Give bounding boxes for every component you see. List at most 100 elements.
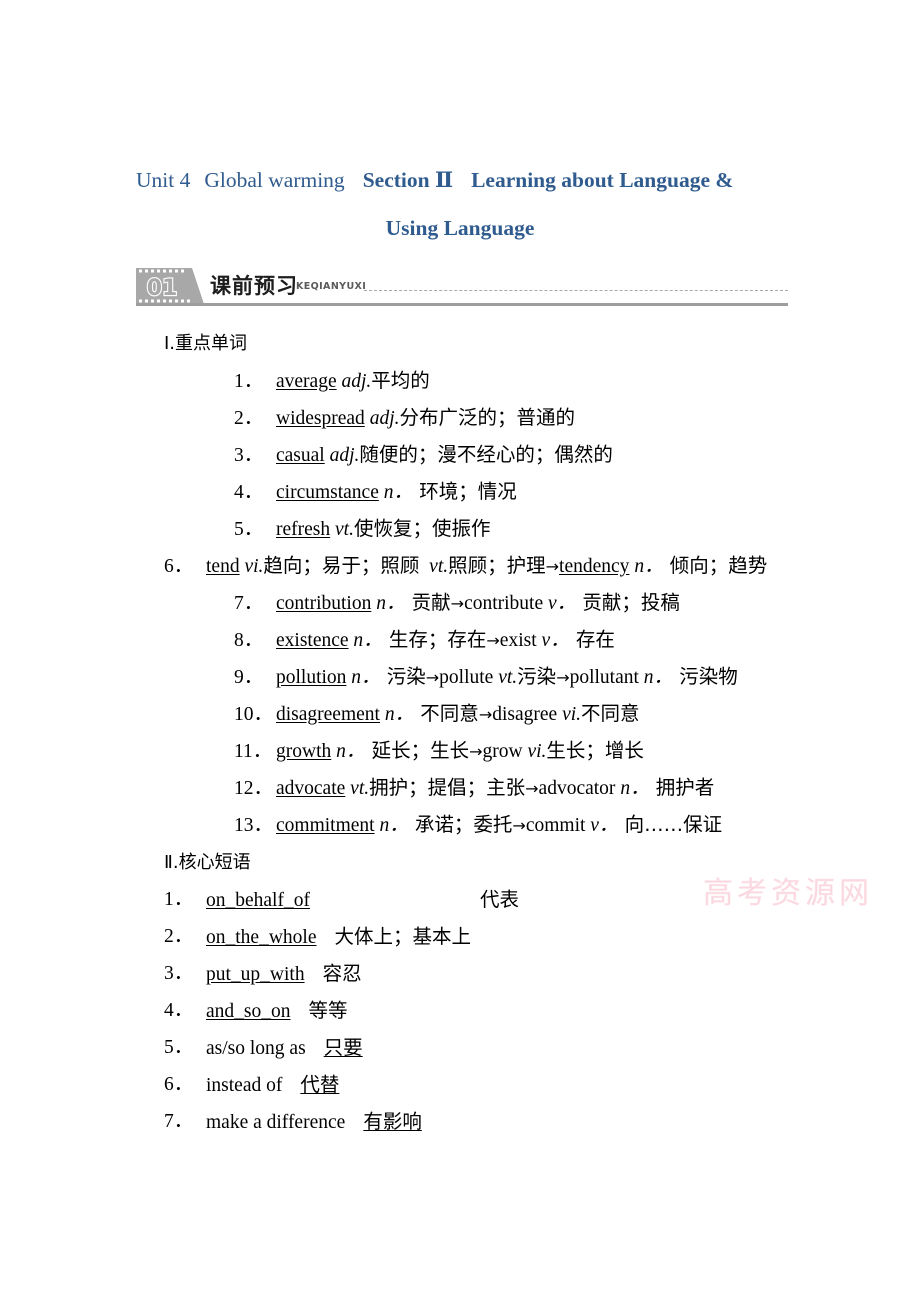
banner-solid-rule	[136, 303, 788, 306]
badge-number-glyph: 01	[147, 276, 178, 301]
derivation-arrow: →	[478, 705, 493, 724]
vocab-word: contribution	[276, 593, 372, 614]
vocab-pos: n．	[351, 667, 381, 688]
item-index: 10．	[234, 704, 274, 725]
vocab-derivative-def: 生长；增长	[546, 739, 644, 762]
vocab-word: disagreement	[276, 704, 380, 725]
vocab-pos: n．	[384, 704, 415, 725]
vocab-pos: vi.	[244, 556, 264, 577]
title-lesson-2: Using Language	[385, 216, 535, 240]
vocab-def: 随便的；漫不经心的；偶然的	[359, 443, 613, 466]
phrase-cn: 只要	[323, 1036, 363, 1059]
derivation-arrow: →	[545, 557, 560, 576]
vocab-pos: n．	[353, 630, 383, 651]
vocab-derivative-pos: v．	[541, 630, 570, 651]
item-index: 4．	[164, 1000, 194, 1021]
vocab-def-2: 照顾；护理	[448, 554, 546, 577]
vocab-def: 贡献	[405, 591, 451, 614]
vocabulary-list: 1． average adj. 平均的 2． widespread adj.分布广泛的…	[136, 363, 796, 844]
title-unit: Unit 4	[136, 168, 191, 192]
derivation-arrow: →	[512, 816, 526, 835]
page-title: Unit 4 Global warming Section Ⅱ Learning ab…	[136, 156, 784, 252]
vocab-derivative: disagree	[492, 704, 558, 725]
vocab-def: 不同意	[414, 702, 479, 725]
vocab-derivative-def: 拥护者	[649, 776, 715, 799]
document-content: Ⅰ.重点单词 1． average adj.平均的 2． widespread ad…	[136, 325, 796, 1141]
derivation-arrow: →	[469, 742, 483, 761]
vocab-def: 趋向；易于；照顾	[263, 554, 420, 577]
item-index: 5．	[164, 1037, 194, 1058]
phrase-cn: 代表	[479, 888, 519, 911]
vocab-pos: adj.	[369, 408, 400, 429]
derivation-arrow: →	[525, 779, 539, 798]
derivation-arrow: →	[486, 631, 500, 650]
vocab-def: 污染	[380, 665, 426, 688]
vocab-derivative-def: 向……保证	[618, 813, 723, 836]
list-item: 3． put_up_with 容忍	[136, 956, 796, 993]
vocab-def: 延长；生长	[365, 739, 470, 762]
vocab-pos: vt.	[350, 778, 370, 799]
banner-dashed-line	[364, 290, 788, 291]
item-index: 7．	[164, 1111, 194, 1132]
item-index: 11．	[234, 741, 273, 762]
item-index: 3．	[164, 963, 194, 984]
title-lesson-1: Learning about Language &	[471, 168, 734, 192]
list-item: 7． make a difference 有影响	[136, 1104, 796, 1141]
list-item: 4． and_so_on 等等	[136, 993, 796, 1030]
vocab-derivative-def: 不同意	[581, 702, 640, 725]
page-title-line-1: Unit 4 Global warming Section Ⅱ Learning ab…	[136, 156, 784, 204]
phrase-cn: 等等	[308, 999, 348, 1022]
phrase-cn: 大体上；基本上	[334, 925, 471, 948]
vocab-word: pollution	[276, 667, 347, 688]
item-index: 6．	[164, 556, 194, 577]
vocab-word: average	[276, 371, 337, 392]
list-item: 1． on_behalf_of 代表	[136, 882, 796, 919]
vocab-word: casual	[276, 445, 325, 466]
item-index: 2．	[164, 926, 194, 947]
phrase-en: make a difference	[206, 1112, 346, 1133]
item-index: 5．	[234, 519, 264, 540]
vocab-derivative-2: pollutant	[569, 667, 639, 688]
document-page: 高考资源网 Unit 4 Global warming Section Ⅱ Learn…	[0, 0, 920, 1302]
list-item: 13． commitment n． 承诺；委托→commit v． 向……保证	[136, 807, 796, 844]
vocab-word: tend	[206, 556, 240, 577]
item-index: 8．	[234, 630, 264, 651]
phrase-en: on_behalf_of	[206, 890, 310, 911]
phrase-en: and_so_on	[206, 1001, 291, 1022]
vocab-def: 生存；存在	[382, 628, 487, 651]
item-index: 13．	[234, 815, 274, 836]
vocab-derivative-pos: vi.	[562, 704, 582, 725]
item-index: 4．	[234, 482, 264, 503]
vocab-def: 平均的	[371, 369, 430, 392]
phrase-cn: 容忍	[322, 962, 362, 985]
vocab-def: 环境；情况	[413, 480, 517, 503]
phrase-cn: 有影响	[363, 1110, 422, 1133]
list-item: 2． widespread adj.分布广泛的；普通的	[136, 400, 796, 437]
vocab-derivative: tendency	[559, 556, 630, 577]
vocab-derivative-2-pos: n．	[643, 667, 674, 688]
vocab-derivative: contribute	[464, 593, 544, 614]
vocab-derivative-pos: vi.	[527, 741, 547, 762]
vocab-pos: n．	[379, 815, 409, 836]
section-heading-phrases-text: Ⅱ.核心短语	[164, 852, 251, 873]
list-item: 11． growth n． 延长；生长→grow vi.生长；增长	[136, 733, 796, 770]
vocab-def: 拥护；提倡；主张	[369, 776, 526, 799]
list-item: 3． casual adj.随便的；漫不经心的；偶然的	[136, 437, 796, 474]
list-item: 7． contribution n． 贡献→contribute v． 贡献；投稿	[136, 585, 796, 622]
phrase-cn: 代替	[300, 1073, 340, 1096]
film-strip-icon: 01	[136, 268, 204, 304]
section-banner-pinyin: KEQIANYUXI	[296, 281, 367, 292]
section-banner: 01 课前预习 KEQIANYUXI	[136, 266, 788, 310]
vocab-derivative: grow	[482, 741, 523, 762]
list-item: 4． circumstance n． 环境；情况	[136, 474, 796, 511]
item-index: 6．	[164, 1074, 194, 1095]
item-index: 1．	[234, 371, 264, 392]
vocab-derivative-2-def: 污染物	[673, 665, 738, 688]
section-banner-title: 课前预习	[210, 274, 298, 298]
vocab-derivative: commit	[525, 815, 586, 836]
section-number-badge: 01	[136, 268, 204, 304]
vocab-pos: n．	[336, 741, 366, 762]
vocab-derivative: exist	[499, 630, 537, 651]
vocab-word: circumstance	[276, 482, 379, 503]
list-item: 12． advocate vt.拥护；提倡；主张→advocator n． 拥护者	[136, 770, 796, 807]
